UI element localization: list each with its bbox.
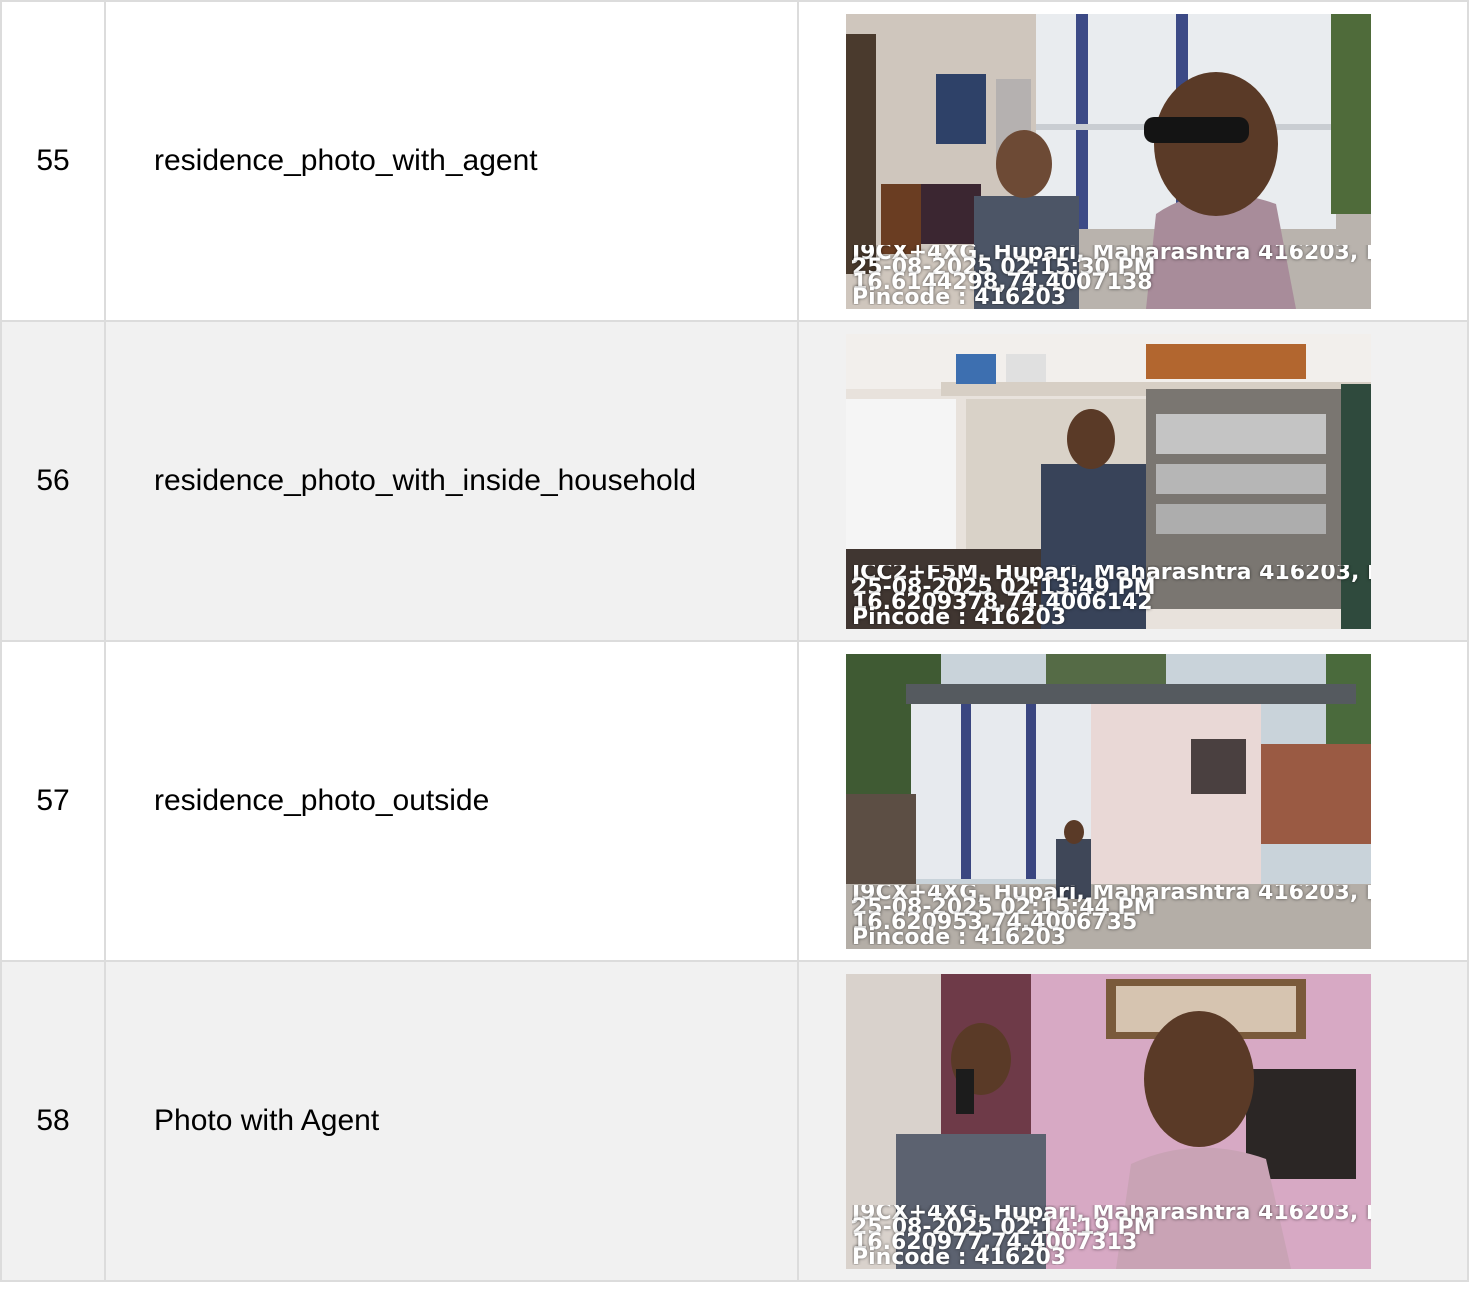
photo-cell: JCC2+F5M, Hupari, Maharashtra 416203, In… — [797, 320, 1469, 642]
photo-label: residence_photo_with_agent — [104, 0, 799, 322]
photo-label: residence_photo_with_inside_household — [104, 320, 799, 642]
table-row: 55 residence_photo_with_agent J9CX+4XG, … — [0, 0, 1469, 322]
table-row: 58 Photo with Agent J9CX+4XG, Hupari, Ma… — [0, 960, 1469, 1282]
photo-label: residence_photo_outside — [104, 640, 799, 962]
photo-cell: J9CX+4XG, Hupari, Maharashtra 416203, In… — [797, 960, 1469, 1282]
photo-with-agent[interactable]: J9CX+4XG, Hupari, Maharashtra 416203, In… — [846, 973, 1371, 1269]
row-number: 56 — [0, 320, 106, 642]
residence-photo-with-agent[interactable]: J9CX+4XG, Hupari, Maharashtra 416203, In… — [846, 13, 1371, 309]
photo-stamp: J9CX+4XG, Hupari, Maharashtra 416203, In… — [852, 885, 1371, 945]
row-number: 58 — [0, 960, 106, 1282]
table-row: 56 residence_photo_with_inside_household — [0, 320, 1469, 642]
residence-photo-outside[interactable]: J9CX+4XG, Hupari, Maharashtra 416203, In… — [846, 653, 1371, 949]
photo-stamp: JCC2+F5M, Hupari, Maharashtra 416203, In… — [852, 565, 1371, 625]
residence-photo-with-inside-household[interactable]: JCC2+F5M, Hupari, Maharashtra 416203, In… — [846, 333, 1371, 629]
row-number: 55 — [0, 0, 106, 322]
photo-label: Photo with Agent — [104, 960, 799, 1282]
photo-cell: J9CX+4XG, Hupari, Maharashtra 416203, In… — [797, 0, 1469, 322]
table-row: 57 residence_photo_outside J9CX+4XG, Hup… — [0, 640, 1469, 962]
row-number: 57 — [0, 640, 106, 962]
photo-stamp: J9CX+4XG, Hupari, Maharashtra 416203, In… — [852, 245, 1371, 305]
photo-cell: J9CX+4XG, Hupari, Maharashtra 416203, In… — [797, 640, 1469, 962]
photo-stamp: J9CX+4XG, Hupari, Maharashtra 416203, In… — [852, 1205, 1371, 1265]
photo-table: 55 residence_photo_with_agent J9CX+4XG, … — [0, 0, 1469, 1282]
